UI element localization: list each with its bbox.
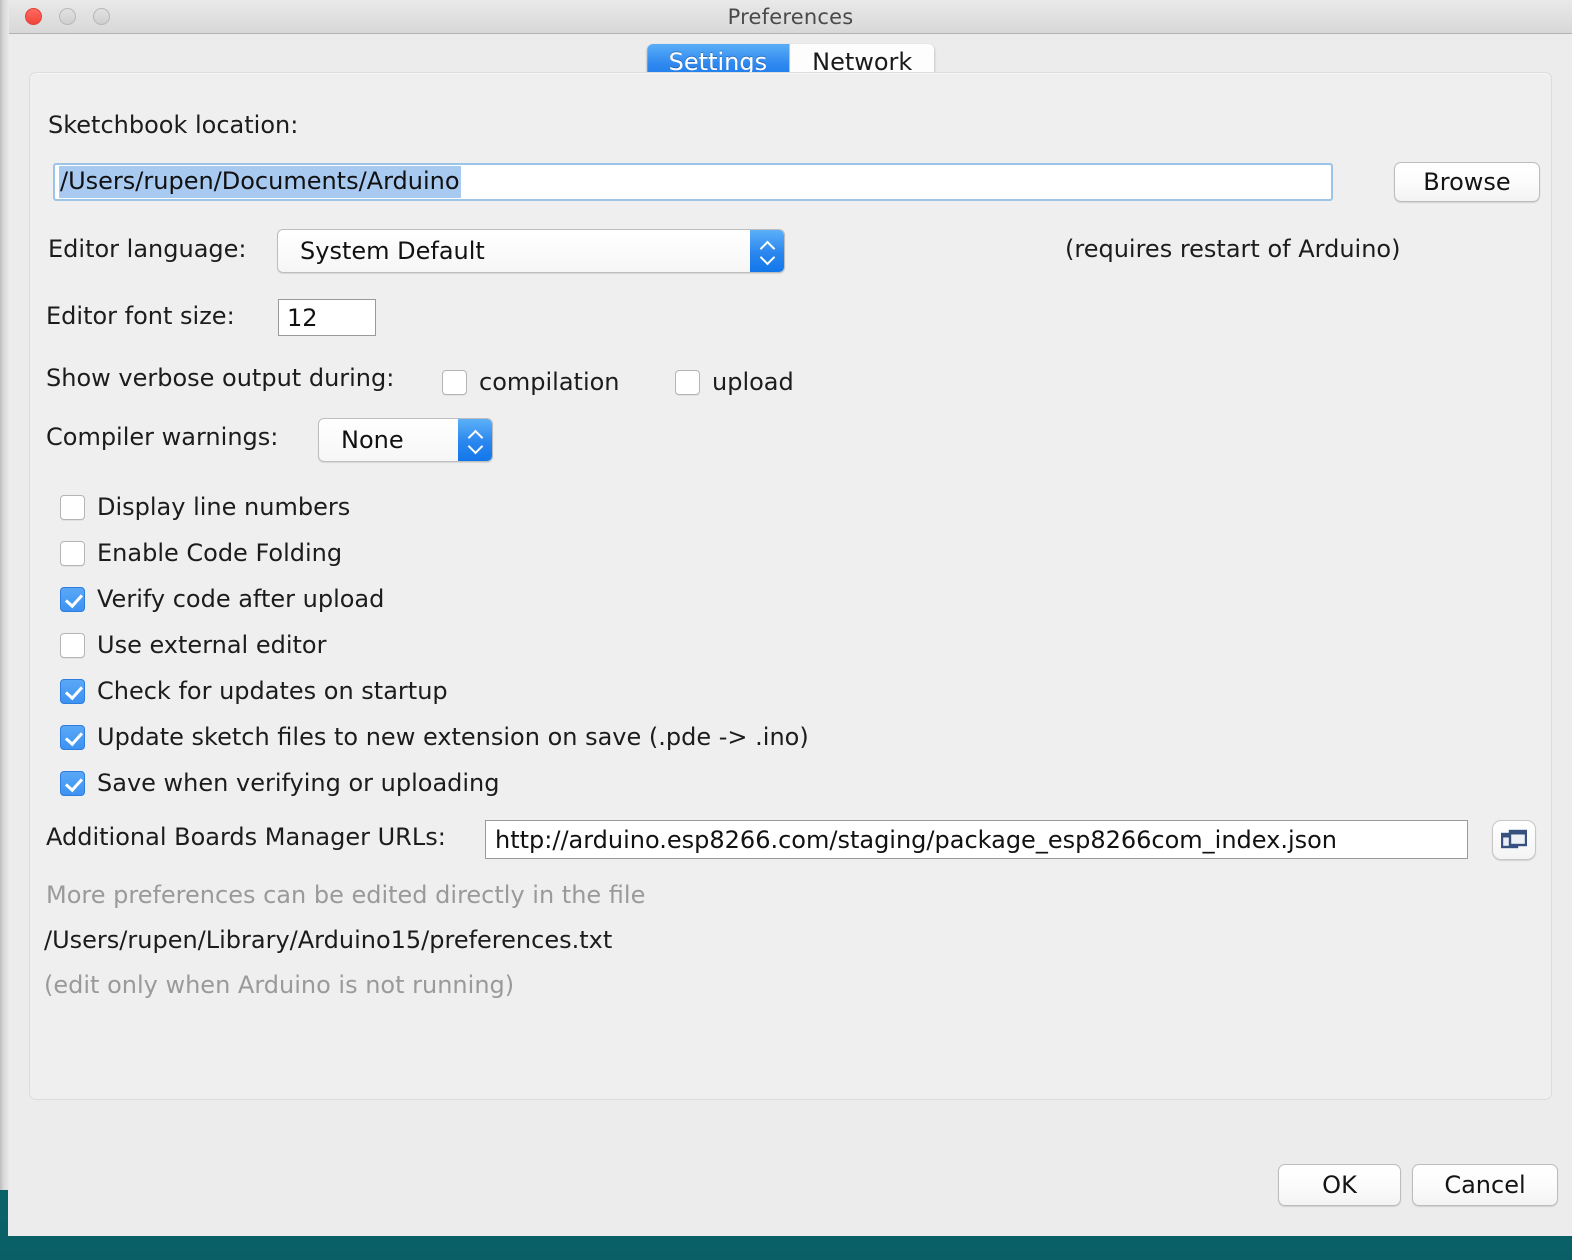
title-bar: Preferences bbox=[9, 0, 1572, 34]
open-boards-urls-button[interactable] bbox=[1492, 820, 1536, 860]
checkbox-enable-code-folding[interactable]: Enable Code Folding bbox=[60, 539, 342, 567]
checkbox-enable-code-folding-label: Enable Code Folding bbox=[97, 539, 343, 567]
checkbox-verify-code-after-upload-label: Verify code after upload bbox=[97, 585, 385, 613]
editor-font-size-row: Editor font size: bbox=[46, 302, 235, 330]
footer-line3: (edit only when Arduino is not running) bbox=[44, 971, 515, 999]
preferences-file-path: /Users/rupen/Library/Arduino15/preferenc… bbox=[44, 926, 613, 954]
editor-language-note: (requires restart of Arduino) bbox=[1065, 235, 1401, 263]
verbose-output-row: Show verbose output during: bbox=[46, 364, 394, 392]
editor-language-note-row: (requires restart of Arduino) bbox=[1065, 235, 1400, 263]
editor-font-size-input[interactable]: 12 bbox=[278, 299, 376, 336]
checkbox-update-sketch-extension[interactable]: Update sketch files to new extension on … bbox=[60, 723, 809, 751]
compiler-warnings-stepper[interactable] bbox=[458, 419, 492, 461]
footer-line3-row: (edit only when Arduino is not running) bbox=[44, 971, 514, 999]
checkbox-update-sketch-extension-label: Update sketch files to new extension on … bbox=[97, 723, 809, 751]
checkbox-use-external-editor[interactable]: Use external editor bbox=[60, 631, 326, 659]
sketchbook-label-row: Sketchbook location: bbox=[48, 111, 298, 139]
boards-urls-value: http://arduino.esp8266.com/staging/packa… bbox=[495, 825, 1338, 854]
footer-line2-row: /Users/rupen/Library/Arduino15/preferenc… bbox=[44, 926, 612, 954]
checkbox-check-for-updates-label: Check for updates on startup bbox=[97, 677, 448, 705]
checkbox-display-line-numbers[interactable]: Display line numbers bbox=[60, 493, 350, 521]
editor-font-size-label: Editor font size: bbox=[46, 302, 235, 330]
editor-language-row: Editor language: bbox=[48, 235, 246, 263]
checkbox-save-when-verifying-box[interactable] bbox=[60, 770, 85, 796]
checkbox-display-line-numbers-label: Display line numbers bbox=[97, 493, 351, 521]
checkbox-enable-code-folding-box[interactable] bbox=[60, 540, 85, 566]
preferences-window: Preferences Settings Network Sketchbook … bbox=[9, 0, 1572, 1236]
editor-language-stepper[interactable] bbox=[750, 230, 784, 272]
verbose-output-label: Show verbose output during: bbox=[46, 364, 395, 392]
compiler-warnings-select[interactable]: None bbox=[318, 418, 493, 462]
checkbox-verify-code-after-upload[interactable]: Verify code after upload bbox=[60, 585, 384, 613]
compiler-warnings-label: Compiler warnings: bbox=[46, 423, 279, 451]
sketchbook-location-value: /Users/rupen/Documents/Arduino bbox=[59, 166, 461, 198]
checkbox-display-line-numbers-box[interactable] bbox=[60, 494, 85, 520]
sketchbook-location-label: Sketchbook location: bbox=[48, 111, 299, 139]
window-left-rail bbox=[0, 0, 9, 1190]
verbose-upload-checkbox-row[interactable]: upload bbox=[675, 368, 794, 396]
desktop-backdrop: Preferences Settings Network Sketchbook … bbox=[0, 0, 1572, 1260]
window-title: Preferences bbox=[727, 5, 854, 29]
editor-language-label: Editor language: bbox=[48, 235, 247, 263]
sketchbook-location-input[interactable]: /Users/rupen/Documents/Arduino bbox=[53, 163, 1333, 201]
checkbox-use-external-editor-label: Use external editor bbox=[97, 631, 327, 659]
boards-urls-input[interactable]: http://arduino.esp8266.com/staging/packa… bbox=[485, 820, 1468, 859]
open-windows-icon bbox=[1501, 829, 1527, 849]
settings-panel: Sketchbook location: /Users/rupen/Docume… bbox=[29, 72, 1552, 1100]
chevron-down-icon bbox=[468, 442, 483, 450]
verbose-compilation-label: compilation bbox=[479, 368, 620, 396]
footer-line1: More preferences can be edited directly … bbox=[46, 881, 646, 909]
checkbox-check-for-updates[interactable]: Check for updates on startup bbox=[60, 677, 448, 705]
checkbox-save-when-verifying[interactable]: Save when verifying or uploading bbox=[60, 769, 500, 797]
compiler-warnings-row: Compiler warnings: bbox=[46, 423, 278, 451]
browse-button[interactable]: Browse bbox=[1394, 162, 1540, 202]
boards-urls-label: Additional Boards Manager URLs: bbox=[46, 823, 446, 851]
checkbox-check-for-updates-box[interactable] bbox=[60, 678, 85, 704]
compiler-warnings-value: None bbox=[341, 426, 404, 454]
verbose-compilation-checkbox[interactable] bbox=[442, 369, 467, 395]
checkbox-save-when-verifying-label: Save when verifying or uploading bbox=[97, 769, 500, 797]
dialog-button-bar: OK Cancel bbox=[9, 1100, 1572, 1236]
verbose-upload-label: upload bbox=[712, 368, 794, 396]
verbose-upload-checkbox[interactable] bbox=[675, 369, 700, 395]
boards-urls-label-row: Additional Boards Manager URLs: bbox=[46, 823, 446, 851]
ok-button[interactable]: OK bbox=[1278, 1164, 1401, 1206]
editor-language-select[interactable]: System Default bbox=[277, 229, 785, 273]
chevron-down-icon bbox=[760, 253, 775, 261]
footer-line1-row: More preferences can be edited directly … bbox=[46, 881, 645, 909]
checkbox-update-sketch-extension-box[interactable] bbox=[60, 724, 85, 750]
editor-font-size-value: 12 bbox=[287, 303, 318, 332]
checkbox-verify-code-after-upload-box[interactable] bbox=[60, 586, 85, 612]
verbose-compilation-checkbox-row[interactable]: compilation bbox=[442, 368, 620, 396]
editor-language-value: System Default bbox=[300, 237, 485, 265]
cancel-button[interactable]: Cancel bbox=[1412, 1164, 1558, 1206]
checkbox-use-external-editor-box[interactable] bbox=[60, 632, 85, 658]
